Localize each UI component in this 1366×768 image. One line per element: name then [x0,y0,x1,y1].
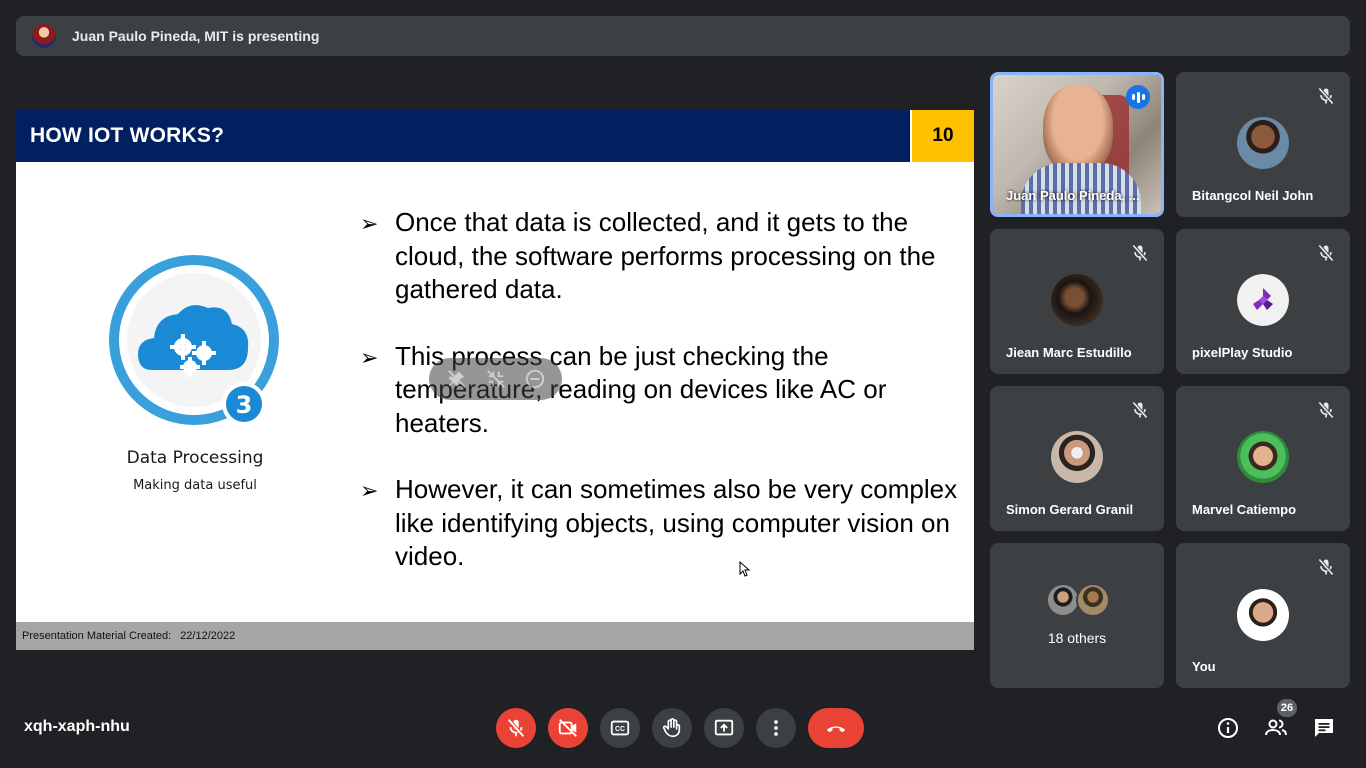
participant-name: Juan Paulo Pineda, ... [1006,188,1140,203]
participant-avatar [1237,117,1289,169]
fullscreen-off-icon[interactable] [485,368,507,390]
bullet-text: However, it can sometimes also be very c… [395,474,958,571]
participant-name: Simon Gerard Granil [1006,502,1134,517]
more-options-button[interactable] [756,708,796,748]
self-avatar [1237,589,1289,641]
chat-icon [1315,719,1333,737]
slide-title: HOW IOT WORKS? [30,124,225,147]
mic-off-icon [1132,244,1148,262]
meeting-details-button[interactable] [1215,715,1241,741]
mic-off-icon [1318,87,1334,105]
presentation-screen[interactable]: HOW IOT WORKS? 10 3 Data Processing Maki… [16,110,974,650]
participant-name: Marvel Catiempo [1192,502,1297,517]
more-vert-icon [774,720,778,736]
slide-header: HOW IOT WORKS? [16,110,910,162]
step-caption: Data Processing Making data useful [76,448,314,493]
mic-toggle-button[interactable] [496,708,536,748]
participant-tile-speaking[interactable]: Juan Paulo Pineda, ... [990,72,1164,217]
others-count: 18 others [1047,630,1107,646]
bullet-item: ➢ However, it can sometimes also be very… [360,473,960,574]
leave-call-button[interactable] [808,708,864,748]
participant-avatar [1051,431,1103,483]
avatar [1046,583,1080,617]
participant-name: Bitangcol Neil John [1192,188,1314,203]
present-now-button[interactable] [704,708,744,748]
mic-off-icon [1318,401,1334,419]
mic-off-icon [507,718,525,738]
presenting-banner: Juan Paulo Pineda, MIT is presenting [16,16,1350,56]
chat-button[interactable] [1311,715,1337,741]
people-button[interactable] [1263,715,1289,741]
presenter-avatar [32,24,56,48]
svg-text:CC: CC [615,726,625,733]
participant-tile[interactable]: Marvel Catiempo [1176,386,1350,531]
pin-off-icon[interactable] [446,368,468,390]
slide-number: 10 [912,110,974,162]
slide-footer: Presentation Material Created: 22/12/202… [16,622,974,650]
others-tile[interactable]: 18 others [990,543,1164,688]
participant-tile[interactable]: Jiean Marc Estudillo [990,229,1164,374]
mouse-cursor-icon [739,561,751,577]
participant-avatar [1237,431,1289,483]
present-screen-icon [714,719,734,736]
remove-icon[interactable] [524,368,546,390]
camera-toggle-button[interactable] [548,708,588,748]
step-number: 3 [236,391,253,419]
mic-off-icon [1132,401,1148,419]
presenting-text: Juan Paulo Pineda, MIT is presenting [72,28,320,44]
raise-hand-button[interactable] [652,708,692,748]
participant-avatar [1051,274,1103,326]
others-avatars [1046,583,1116,617]
meeting-code: xqh-xaph-nhu [24,718,130,735]
participant-tile[interactable]: Bitangcol Neil John [1176,72,1350,217]
arrow-bullet-icon: ➢ [360,344,379,370]
self-tile[interactable]: You [1176,543,1350,688]
footer-label: Presentation Material Created: [22,630,172,642]
pixelplay-logo-icon [1237,274,1289,326]
footer-date: 22/12/2022 [180,630,236,642]
step-subtitle: Making data useful [133,478,257,493]
participant-name: pixelPlay Studio [1192,345,1293,360]
people-icon [1265,719,1287,736]
tile-hover-controls[interactable] [429,358,562,400]
participant-count-badge: 26 [1277,699,1297,717]
captions-button[interactable]: CC [600,708,640,748]
arrow-bullet-icon: ➢ [360,478,379,503]
mic-off-icon [1318,558,1334,576]
hang-up-icon [826,726,846,733]
step-title: Data Processing [126,448,264,468]
participant-tile[interactable]: Simon Gerard Granil [990,386,1164,531]
mic-off-icon [1318,244,1334,262]
info-icon [1218,718,1238,738]
bullet-item: ➢ Once that data is collected, and it ge… [360,206,960,307]
arrow-bullet-icon: ➢ [360,211,379,236]
hand-icon [662,718,681,738]
participant-tile[interactable]: pixelPlay Studio [1176,229,1350,374]
participant-name: You [1192,659,1216,674]
speaking-indicator-icon [1126,85,1150,109]
captions-icon: CC [610,720,630,736]
participant-name: Jiean Marc Estudillo [1006,345,1132,360]
bullet-list: ➢ Once that data is collected, and it ge… [360,206,960,607]
bullet-text: Once that data is collected, and it gets… [395,207,936,304]
camera-off-icon [558,719,577,737]
avatar [1076,583,1110,617]
data-processing-graphic: 3 [109,255,279,426]
